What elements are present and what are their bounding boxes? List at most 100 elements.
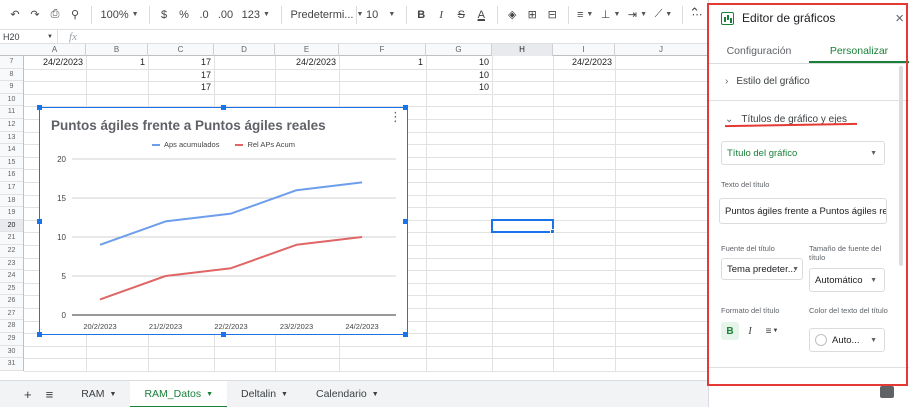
title-size-select[interactable]: Automático ▼ — [809, 268, 885, 292]
collapse-toolbar-icon[interactable]: ⌃ — [689, 5, 700, 21]
row-header-26[interactable]: 26 — [0, 295, 23, 308]
row-header-24[interactable]: 24 — [0, 270, 23, 283]
row-header-15[interactable]: 15 — [0, 157, 23, 170]
resize-handle[interactable] — [37, 105, 42, 110]
row-header-19[interactable]: 19 — [0, 207, 23, 220]
fill-handle[interactable] — [550, 229, 555, 235]
cell-f7[interactable]: 1 — [339, 56, 426, 68]
row-header-28[interactable]: 28 — [0, 320, 23, 334]
cell-a7[interactable]: 24/2/2023 — [24, 56, 86, 68]
paint-format-icon[interactable]: ⚲ — [66, 4, 84, 26]
tab-customize[interactable]: Personalizar — [809, 40, 909, 63]
column-header-f[interactable]: F — [339, 44, 426, 56]
cell-e7[interactable]: 24/2/2023 — [275, 56, 339, 68]
row-header-25[interactable]: 25 — [0, 283, 23, 296]
row-header-10[interactable]: 10 — [0, 94, 23, 107]
tab-setup[interactable]: Configuración — [709, 40, 809, 63]
column-header-e[interactable]: E — [275, 44, 339, 56]
sheet-tab-ram[interactable]: RAM ▼ — [67, 381, 130, 407]
row-header-13[interactable]: 13 — [0, 132, 23, 145]
resize-handle[interactable] — [221, 332, 226, 337]
row-header-31[interactable]: 31 — [0, 358, 23, 371]
redo-icon[interactable]: ↷ — [26, 4, 44, 26]
decrease-decimals-button[interactable]: .0 — [195, 4, 213, 26]
row-header-11[interactable]: 11 — [0, 106, 23, 119]
undo-icon[interactable]: ↶ — [6, 4, 24, 26]
row-header-8[interactable]: 8 — [0, 69, 23, 82]
close-icon[interactable]: × — [895, 10, 904, 27]
bold-button[interactable]: B — [412, 4, 430, 26]
cell-g8[interactable]: 10 — [426, 69, 492, 81]
section-chart-style[interactable]: › Estilo del gráfico — [709, 70, 909, 92]
title-text-input[interactable]: Puntos ágiles frente a Puntos ágiles rea… — [719, 198, 887, 224]
row-header-20[interactable]: 20 — [0, 219, 23, 233]
selected-cell[interactable] — [491, 218, 554, 234]
resize-handle[interactable] — [403, 332, 408, 337]
row-header-12[interactable]: 12 — [0, 119, 23, 132]
column-header-h[interactable]: H — [492, 44, 553, 56]
title-color-select[interactable]: Auto... ▼ — [809, 328, 885, 352]
font-dropdown[interactable]: Predetermi... ▼ — [287, 4, 364, 26]
column-header-a[interactable]: A — [24, 44, 86, 56]
number-format-dropdown[interactable]: 123 ▼ — [238, 4, 274, 26]
column-header-b[interactable]: B — [86, 44, 148, 56]
italic-button[interactable]: I — [432, 4, 450, 26]
cell-b7[interactable]: 1 — [86, 56, 148, 68]
cell-c8[interactable]: 17 — [148, 69, 214, 81]
text-wrap-icon[interactable]: ⇥ ▼ — [625, 4, 650, 26]
resize-handle[interactable] — [403, 105, 408, 110]
align-vertical-icon[interactable]: ⊥ ▼ — [598, 4, 623, 26]
column-header-d[interactable]: D — [214, 44, 275, 56]
row-header-23[interactable]: 23 — [0, 258, 23, 271]
title-font-select[interactable]: Tema predeter... ▼ — [721, 258, 803, 280]
fill-color-icon[interactable]: ◈ — [503, 4, 521, 26]
borders-icon[interactable]: ⊞ — [523, 4, 541, 26]
caret-down-icon[interactable]: ▼ — [281, 391, 288, 398]
title-bold-button[interactable]: B — [721, 322, 739, 340]
row-header-29[interactable]: 29 — [0, 333, 23, 346]
text-color-button[interactable]: A — [472, 4, 490, 26]
row-header-27[interactable]: 27 — [0, 308, 23, 321]
sheet-tab-calendario[interactable]: Calendario ▼ — [302, 381, 393, 407]
row-header-18[interactable]: 18 — [0, 195, 23, 208]
resize-handle[interactable] — [221, 105, 226, 110]
zoom-dropdown[interactable]: 100% ▼ — [97, 4, 142, 26]
percent-button[interactable]: % — [175, 4, 193, 26]
strikethrough-button[interactable]: S — [452, 4, 470, 26]
title-align-button[interactable]: ≡ ▼ — [761, 322, 783, 340]
row-header-7[interactable]: 7 — [0, 56, 23, 69]
all-sheets-button[interactable]: ≡ — [46, 387, 54, 402]
column-header-j[interactable]: J — [615, 44, 708, 56]
row-header-16[interactable]: 16 — [0, 169, 23, 182]
name-box[interactable]: H20 ▼ — [0, 30, 58, 43]
chart[interactable]: Puntos ágiles frente a Puntos ágiles rea… — [37, 105, 408, 337]
sheet-tab-ram-datos[interactable]: RAM_Datos ▼ — [130, 380, 228, 407]
cell-i7[interactable]: 24/2/2023 — [553, 56, 615, 68]
row-header-22[interactable]: 22 — [0, 245, 23, 258]
resize-handle[interactable] — [37, 332, 42, 337]
title-italic-button[interactable]: I — [741, 322, 759, 340]
row-header-30[interactable]: 30 — [0, 346, 23, 359]
column-header-i[interactable]: I — [553, 44, 615, 56]
column-header-c[interactable]: C — [148, 44, 214, 56]
resize-handle[interactable] — [403, 219, 408, 224]
caret-down-icon[interactable]: ▼ — [206, 391, 213, 398]
cell-c7[interactable]: 17 — [148, 56, 214, 68]
cell-c9[interactable]: 17 — [148, 81, 214, 93]
resize-handle[interactable] — [37, 219, 42, 224]
increase-decimals-button[interactable]: .00 — [215, 4, 236, 26]
panel-scrollbar[interactable] — [899, 66, 903, 266]
formula-input[interactable] — [88, 30, 708, 43]
cell-g9[interactable]: 10 — [426, 81, 492, 93]
row-header-21[interactable]: 21 — [0, 232, 23, 245]
column-header-g[interactable]: G — [426, 44, 492, 56]
sheet-tab-deltalin[interactable]: Deltalin ▼ — [227, 381, 302, 407]
row-header-17[interactable]: 17 — [0, 182, 23, 195]
caret-down-icon[interactable]: ▼ — [110, 391, 117, 398]
add-sheet-button[interactable]: + — [24, 387, 32, 402]
currency-button[interactable]: $ — [155, 4, 173, 26]
merge-cells-icon[interactable]: ⊟ — [543, 4, 561, 26]
print-icon[interactable]: ⎙ — [46, 4, 64, 26]
caret-down-icon[interactable]: ▼ — [372, 391, 379, 398]
row-header-9[interactable]: 9 — [0, 81, 23, 94]
